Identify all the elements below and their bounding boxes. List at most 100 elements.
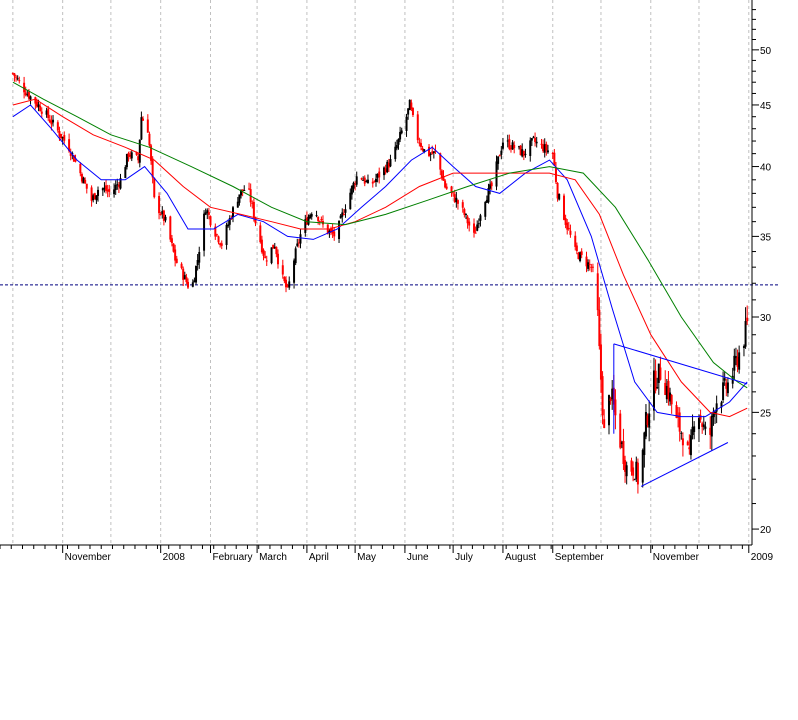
price-body-2008-12-17 [723, 378, 726, 381]
price-body-2008-04-24 [342, 213, 345, 215]
price-body-2008-10-22 [633, 479, 636, 481]
y-tick-label: 20 [760, 525, 772, 536]
price-body-2007-10-29 [56, 122, 59, 131]
price-body-2008-07-29 [497, 156, 500, 164]
price-body-2008-12-30 [744, 320, 747, 347]
price-body-2008-09-26 [591, 266, 594, 268]
price-body-2008-05-28 [397, 138, 400, 145]
price-body-2008-05-16 [378, 171, 381, 178]
price-body-2008-03-28 [299, 234, 302, 244]
price-body-2008-06-17 [429, 153, 432, 155]
price-body-2008-08-14 [522, 150, 525, 156]
price-body-2008-01-08 [170, 238, 173, 244]
price-body-2007-11-30 [108, 188, 111, 192]
x-tick-label: September [555, 552, 605, 563]
price-body-2008-04-07 [315, 215, 318, 217]
price-body-2008-08-28 [545, 143, 548, 151]
y-tick-label: 35 [760, 232, 772, 243]
price-body-2008-06-27 [445, 186, 448, 189]
x-tick-label: 2008 [163, 552, 186, 563]
price-body-2008-10-31 [648, 413, 651, 428]
price-body-2008-12-02 [699, 415, 702, 420]
price-body-2008-07-07 [461, 202, 464, 208]
price-body-2007-11-02 [63, 135, 66, 141]
price-body-2008-07-31 [500, 150, 503, 155]
price-body-2008-11-14 [670, 394, 673, 405]
price-body-2008-07-08 [463, 209, 466, 215]
price-body-2008-05-26 [394, 146, 397, 160]
price-body-2008-03-05 [262, 249, 265, 256]
price-body-2008-09-24 [588, 263, 591, 265]
price-body-2008-03-03 [259, 225, 262, 243]
price-body-2008-11-19 [678, 412, 681, 432]
price-body-2008-05-23 [389, 159, 392, 167]
y-tick-label: 50 [760, 46, 772, 57]
price-body-2008-07-18 [479, 215, 482, 221]
y-tick-label: 25 [760, 408, 772, 419]
price-body-2008-05-14 [375, 178, 377, 182]
price-body-2008-05-30 [400, 130, 403, 134]
price-body-2007-12-24 [146, 119, 149, 133]
price-body-2008-09-15 [574, 235, 577, 247]
price-body-2008-07-04 [456, 200, 459, 204]
price-body-2008-04-09 [318, 220, 321, 222]
price-body-2008-04-18 [333, 231, 336, 237]
x-tick-label: November [653, 552, 700, 563]
x-tick-label: February [212, 552, 252, 563]
price-body-2008-06-26 [444, 180, 447, 188]
price-body-2007-12-25 [148, 133, 151, 146]
price-body-2008-12-04 [702, 424, 705, 427]
price-body-2008-03-14 [276, 253, 279, 265]
x-tick-label: June [407, 552, 429, 563]
price-body-2008-07-21 [484, 202, 487, 217]
price-body-2008-03-21 [288, 281, 291, 288]
price-body-2008-08-01 [501, 142, 504, 149]
price-body-2008-10-01 [599, 344, 602, 380]
price-body-2008-06-02 [405, 116, 408, 131]
price-body-2007-10-12 [29, 96, 32, 100]
price-body-2008-02-08 [220, 243, 223, 246]
price-body-2008-07-25 [490, 182, 493, 187]
price-body-2008-08-05 [508, 139, 511, 149]
price-body-2008-07-01 [452, 192, 455, 194]
price-body-2008-08-22 [535, 141, 538, 144]
price-body-2008-10-10 [614, 399, 617, 416]
price-body-2007-12-21 [142, 118, 145, 121]
price-body-2008-03-17 [281, 265, 284, 275]
price-body-2008-11-28 [693, 426, 696, 433]
price-body-2007-12-28 [153, 177, 156, 198]
price-body-2008-09-16 [575, 245, 578, 252]
price-body-2008-10-17 [625, 465, 628, 477]
x-tick-label: August [505, 552, 536, 563]
price-body-2007-10-23 [47, 108, 50, 119]
price-body-2008-08-20 [532, 136, 535, 138]
price-body-2008-09-12 [569, 230, 572, 235]
price-body-2008-11-20 [680, 432, 683, 434]
price-body-2008-01-21 [191, 282, 194, 287]
price-body-2007-12-19 [138, 139, 141, 163]
price-body-2008-12-16 [722, 382, 725, 401]
price-body-2008-04-10 [320, 219, 323, 221]
price-body-2008-02-01 [209, 216, 212, 226]
y-tick-label: 30 [760, 313, 772, 324]
x-tick-label: May [357, 552, 376, 563]
price-body-2008-12-09 [710, 415, 713, 437]
price-body-2008-08-21 [534, 138, 537, 142]
price-body-2008-08-18 [529, 140, 532, 156]
price-body-2008-09-19 [580, 251, 583, 255]
price-body-2007-11-12 [79, 163, 82, 174]
price-body-2008-12-31 [746, 317, 749, 322]
price-body-2008-05-02 [355, 176, 358, 185]
stock-chart: 20 25 30 35 40 45 50 November 2008 February March… [0, 0, 798, 720]
price-body-2007-12-10 [124, 167, 127, 178]
chart-background [0, 0, 798, 720]
price-body-2007-10-26 [52, 119, 55, 123]
price-body-2008-02-06 [217, 236, 220, 243]
price-body-2008-03-06 [264, 256, 267, 258]
price-body-2008-02-19 [238, 194, 241, 203]
price-body-2008-08-29 [546, 150, 549, 153]
price-body-2008-07-17 [477, 223, 480, 225]
price-body-2008-01-14 [180, 263, 183, 268]
price-body-2007-12-04 [114, 184, 117, 191]
price-body-2008-09-08 [563, 195, 565, 220]
